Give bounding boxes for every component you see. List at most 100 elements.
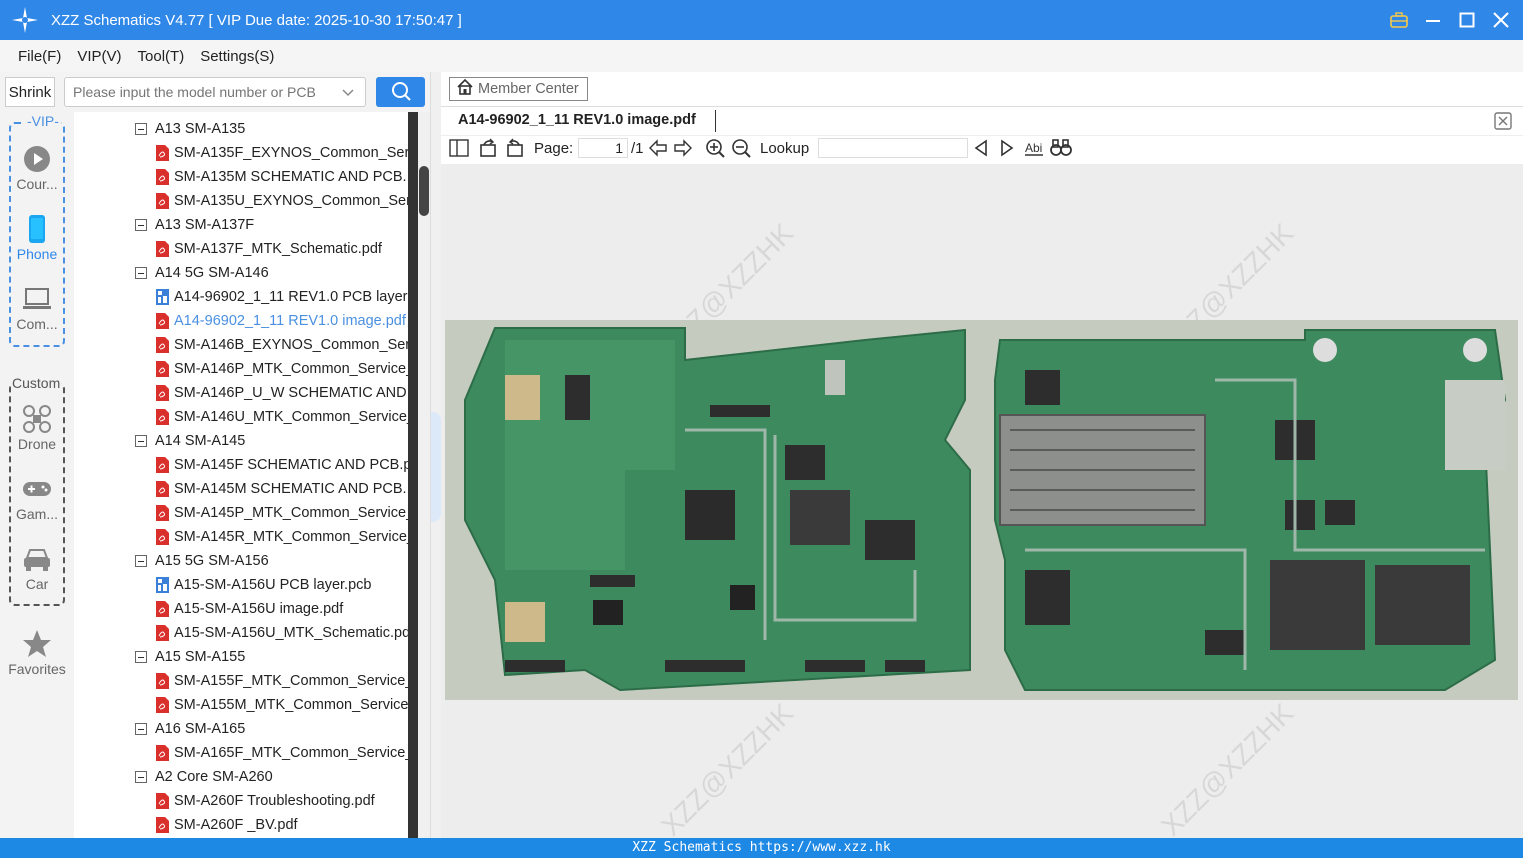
menu-file[interactable]: File(F) [18, 48, 61, 65]
collapse-toggle-icon[interactable] [135, 267, 147, 279]
tree-file[interactable]: SM-A135M SCHEMATIC AND PCB. [156, 165, 407, 189]
tree-scrollbar-thumb[interactable] [419, 166, 429, 216]
member-center-button[interactable]: Member Center [449, 77, 588, 101]
tree-file[interactable]: SM-A145R_MTK_Common_Service_ [156, 525, 408, 549]
pdf-file-icon [156, 361, 174, 377]
category-drone[interactable]: Drone [0, 404, 74, 452]
tree-file[interactable]: SM-A145P_MTK_Common_Service_ [156, 501, 408, 525]
tree-group[interactable]: A15 5G SM-A156 [135, 549, 269, 573]
tree-file[interactable]: A15-SM-A156U_MTK_Schematic.pd [156, 621, 408, 645]
tree-file[interactable]: SM-A137F_MTK_Schematic.pdf [156, 237, 382, 261]
tree-file[interactable]: SM-A135F_EXYNOS_Common_Serv [156, 141, 408, 165]
lookup-input[interactable] [818, 138, 968, 158]
rotate-right-icon[interactable] [505, 136, 525, 160]
pdf-file-icon [156, 529, 174, 545]
match-case-icon[interactable]: Abi [1024, 136, 1044, 160]
menu-tool[interactable]: Tool(T) [138, 48, 185, 65]
tree-group[interactable]: A13 SM-A135 [135, 117, 245, 141]
search-combobox[interactable] [64, 77, 366, 107]
find-next-icon[interactable] [999, 136, 1015, 160]
tree-item-label: A14-96902_1_11 REV1.0 PCB layer.p [174, 289, 408, 305]
collapse-toggle-icon[interactable] [135, 555, 147, 567]
tree-file[interactable]: SM-A145M SCHEMATIC AND PCB. [156, 477, 407, 501]
close-tab-icon[interactable] [1493, 111, 1513, 134]
tree-item-label: SM-A135U_EXYNOS_Common_Serv [174, 193, 408, 209]
pdf-file-icon [156, 793, 174, 809]
category-game-label: Gam... [15, 506, 58, 522]
zoom-out-icon[interactable] [731, 136, 751, 160]
pdf-viewer[interactable]: XZZ@XZZHK XZZ@XZZHK XZZ@XZZHK XZZ@XZZHK [441, 164, 1523, 838]
document-panel: Member Center A14-96902_1_11 REV1.0 imag… [441, 72, 1523, 838]
category-phone[interactable]: Phone [0, 214, 74, 262]
star-icon [0, 629, 74, 659]
collapse-toggle-icon[interactable] [135, 219, 147, 231]
toggle-sidebar-icon[interactable] [449, 136, 469, 160]
title-bar: XZZ Schematics V4.77 [ VIP Due date: 202… [0, 0, 1523, 40]
menu-settings[interactable]: Settings(S) [200, 48, 274, 65]
tree-file[interactable]: SM-A135U_EXYNOS_Common_Serv [156, 189, 408, 213]
collapse-toggle-icon[interactable] [135, 123, 147, 135]
find-previous-icon[interactable] [973, 136, 989, 160]
tree-file[interactable]: SM-A155M_MTK_Common_Service [156, 693, 408, 717]
menu-vip[interactable]: VIP(V) [77, 48, 121, 65]
shrink-button[interactable]: Shrink [5, 77, 55, 107]
zoom-in-icon[interactable] [705, 136, 725, 160]
category-favorites[interactable]: Favorites [0, 629, 74, 677]
maximize-button[interactable] [1457, 10, 1477, 30]
pdf-file-icon [156, 601, 174, 617]
category-courses[interactable]: Cour... [0, 144, 74, 192]
find-binoculars-icon[interactable] [1050, 136, 1072, 160]
chevron-down-icon[interactable] [341, 86, 355, 103]
collapse-panel-handle[interactable] [431, 412, 441, 522]
tree-item-label: A15-SM-A156U image.pdf [174, 601, 344, 617]
vip-briefcase-icon[interactable] [1389, 10, 1409, 30]
tree-file[interactable]: SM-A165F_MTK_Common_Service_ [156, 741, 408, 765]
category-game[interactable]: Gam... [0, 474, 74, 522]
tree-group[interactable]: A2 Core SM-A260 [135, 765, 273, 789]
tree-file[interactable]: SM-A260F _BV.pdf [156, 813, 298, 837]
collapse-toggle-icon[interactable] [135, 435, 147, 447]
tree-file[interactable]: SM-A146P_U_W SCHEMATIC AND [156, 381, 407, 405]
tree-group[interactable]: A15 SM-A155 [135, 645, 245, 669]
tree-file[interactable]: A14-96902_1_11 REV1.0 image.pdf [156, 309, 406, 333]
panel-splitter[interactable] [430, 72, 441, 838]
collapse-toggle-icon[interactable] [135, 771, 147, 783]
tree-file[interactable]: SM-A146U_MTK_Common_Service_ [156, 405, 408, 429]
search-input[interactable] [73, 84, 338, 100]
prev-page-icon[interactable] [648, 136, 668, 160]
rotate-left-icon[interactable] [478, 136, 498, 160]
tree-item-label: A16 SM-A165 [155, 721, 246, 737]
tree-item-label: A14 5G SM-A146 [155, 265, 269, 281]
collapse-toggle-icon[interactable] [135, 723, 147, 735]
page-total: /1 [631, 139, 644, 157]
pdf-file-icon [156, 145, 174, 161]
tree-group[interactable]: A14 5G SM-A146 [135, 261, 269, 285]
category-car[interactable]: Car [0, 544, 74, 592]
tree-file[interactable]: A14-96902_1_11 REV1.0 PCB layer.p [156, 285, 408, 309]
gamepad-icon [0, 474, 74, 504]
tree-group[interactable]: A13 SM-A137F [135, 213, 254, 237]
tab-document[interactable]: A14-96902_1_11 REV1.0 image.pdf [458, 112, 696, 128]
tree-file[interactable]: SM-A145F SCHEMATIC AND PCB.p [156, 453, 408, 477]
pcb-file-icon [156, 577, 174, 593]
tree-file[interactable]: A15-SM-A156U image.pdf [156, 597, 343, 621]
close-button[interactable] [1491, 10, 1511, 30]
tree-file[interactable]: SM-A155F_MTK_Common_Service_ [156, 669, 408, 693]
tree-scrollbar-track[interactable] [408, 112, 418, 838]
tree-file[interactable]: SM-A146B_EXYNOS_Common_Serv [156, 333, 408, 357]
next-page-icon[interactable] [673, 136, 693, 160]
tree-file[interactable]: A15-SM-A156U PCB layer.pcb [156, 573, 371, 597]
tree-file[interactable]: SM-A146P_MTK_Common_Service_ [156, 357, 408, 381]
tree-group[interactable]: A14 SM-A145 [135, 429, 245, 453]
category-sidebar: -VIP- Cour... Phone Com... Custom Drone … [0, 112, 74, 838]
category-phone-label: Phone [16, 246, 58, 262]
category-computer[interactable]: Com... [0, 284, 74, 332]
tree-file[interactable]: SM-A260F Troubleshooting.pdf [156, 789, 375, 813]
page-number-input[interactable]: 1 [578, 138, 628, 158]
tree-item-label: SM-A146P_MTK_Common_Service_ [174, 361, 408, 377]
minimize-button[interactable] [1423, 10, 1443, 30]
collapse-toggle-icon[interactable] [135, 651, 147, 663]
file-tree: A13 SM-A135 SM-A135F_EXYNOS_Common_Serv SM… [74, 112, 408, 838]
tree-group[interactable]: A16 SM-A165 [135, 717, 245, 741]
search-button[interactable] [376, 77, 425, 107]
